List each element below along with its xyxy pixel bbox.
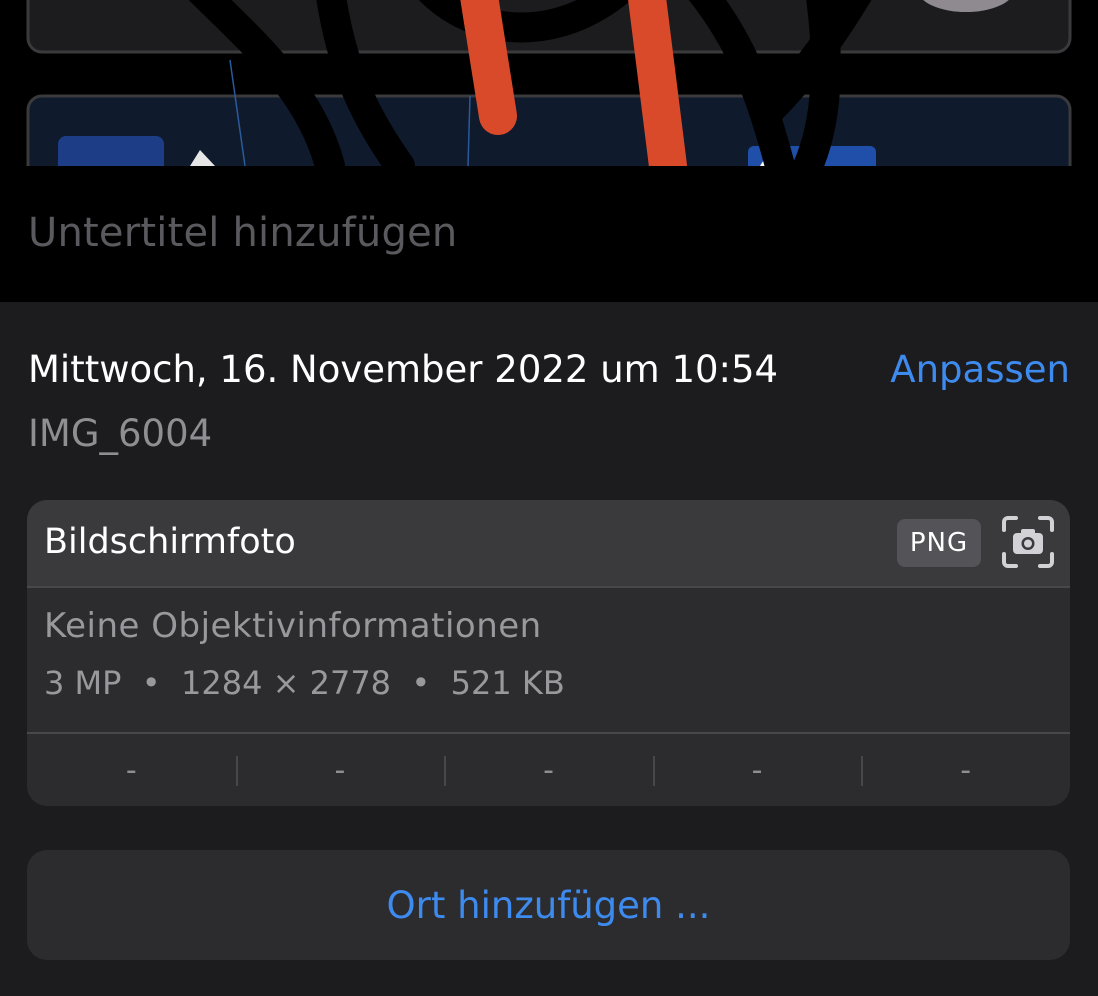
exif-shutter: - bbox=[861, 734, 1070, 806]
caption-area: Untertitel hinzufügen bbox=[0, 166, 1098, 302]
format-badge: PNG bbox=[897, 519, 981, 567]
screenshot-camera-icon bbox=[1002, 516, 1054, 568]
photo-preview[interactable] bbox=[0, 0, 1098, 166]
adjust-date-button[interactable]: Anpassen bbox=[890, 348, 1070, 391]
lens-info: Keine Objektivinformationen bbox=[44, 606, 542, 646]
resolution: 1284 × 2778 bbox=[181, 664, 392, 702]
file-name: IMG_6004 bbox=[28, 412, 213, 455]
add-location-button[interactable]: Ort hinzufügen ... bbox=[27, 850, 1070, 960]
metadata-card: Bildschirmfoto PNG Keine Objektivinforma… bbox=[27, 500, 1070, 806]
spec-separator: • bbox=[141, 664, 161, 702]
metadata-header: Bildschirmfoto PNG bbox=[27, 500, 1070, 588]
exif-aperture: - bbox=[652, 734, 862, 806]
exif-focal-length: - bbox=[235, 734, 445, 806]
caption-input[interactable]: Untertitel hinzufügen bbox=[28, 210, 457, 256]
exif-exposure: - bbox=[444, 734, 653, 806]
info-panel: Mittwoch, 16. November 2022 um 10:54 Anp… bbox=[0, 302, 1098, 996]
file-size: 521 KB bbox=[450, 664, 565, 702]
megapixels: 3 MP bbox=[44, 664, 122, 702]
metadata-title: Bildschirmfoto bbox=[44, 522, 296, 562]
image-specs: 3 MP • 1284 × 2778 • 521 KB bbox=[44, 664, 565, 702]
exif-iso: - bbox=[125, 752, 137, 788]
exif-row: - - - - - bbox=[27, 734, 1070, 806]
capture-date: Mittwoch, 16. November 2022 um 10:54 bbox=[28, 348, 779, 391]
photo-info-screen: Untertitel hinzufügen Mittwoch, 16. Nove… bbox=[0, 0, 1098, 996]
spec-separator: • bbox=[411, 664, 431, 702]
photo-image bbox=[26, 0, 1072, 166]
